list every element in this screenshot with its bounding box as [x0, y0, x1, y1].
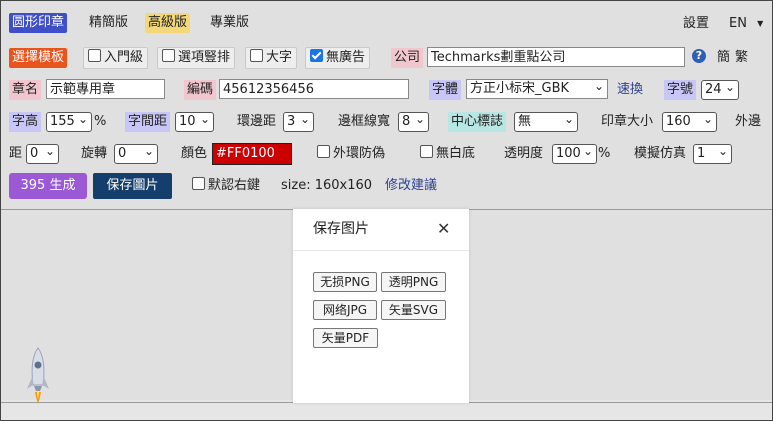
rocket-icon[interactable]: [23, 345, 53, 407]
tab-simple[interactable]: 精簡版: [89, 13, 128, 33]
color-label: 顏色: [181, 146, 208, 161]
border-width-select[interactable]: 8: [398, 110, 429, 132]
large-text-checkbox[interactable]: 大字: [245, 47, 298, 69]
font-size-select[interactable]: 24: [701, 78, 739, 100]
seal-name-input[interactable]: 示範專用章: [46, 79, 165, 99]
help-icon[interactable]: ?: [692, 49, 706, 63]
close-icon[interactable]: ✕: [437, 219, 450, 239]
code-label: 編碼: [184, 80, 217, 100]
company-label: 公司: [391, 48, 424, 68]
chevron-down-icon: ▼: [757, 19, 764, 28]
no-ads-checkbox[interactable]: 無廣告: [305, 47, 371, 69]
ring-spacing-select[interactable]: 3: [283, 110, 314, 132]
percent-sign: %: [94, 114, 107, 129]
seal-size-select[interactable]: 160: [662, 110, 717, 132]
language-switch[interactable]: EN ▼: [729, 14, 763, 34]
app-frame: 圆形印章 精簡版 高級版 專業版 設置 EN ▼ 選擇模板 入門級 選項豎排 大…: [0, 0, 773, 421]
size-text: size: 160x160: [281, 178, 373, 193]
checkbox-icon: [317, 145, 330, 158]
save-image-modal: 保存图片 ✕ 无损PNG 透明PNG 网络JPG 矢量SVG 矢量PDF: [293, 209, 469, 403]
large-text-label: 大字: [266, 50, 293, 65]
suggestion-link[interactable]: 修改建議: [385, 176, 437, 196]
percent-sign: %: [598, 146, 611, 161]
center-mark-label: 中心標誌: [448, 112, 507, 132]
font-select[interactable]: 方正小标宋_GBK: [466, 77, 608, 99]
char-spacing-label: 字間距: [125, 112, 171, 132]
outer-margin-label-part1: 外邊: [735, 114, 762, 129]
vertical-options-checkbox[interactable]: 選項豎排: [157, 47, 236, 69]
beginner-checkbox[interactable]: 入門級: [83, 47, 149, 69]
checkbox-icon: [420, 145, 433, 158]
no-white-bg-checkbox[interactable]: 無白底: [420, 144, 475, 164]
checkbox-checked-icon: [310, 49, 323, 62]
beginner-label: 入門級: [104, 50, 144, 65]
simulate-select[interactable]: 1: [693, 142, 732, 164]
center-mark-select[interactable]: 無: [514, 110, 578, 132]
font-size-label: 字號: [664, 80, 697, 100]
vector-svg-button[interactable]: 矢量SVG: [381, 300, 446, 320]
save-image-button[interactable]: 保存圖片: [93, 173, 172, 199]
vertical-options-label: 選項豎排: [178, 50, 231, 65]
font-label: 字體: [429, 80, 462, 100]
ring-spacing-label: 環邊距: [237, 114, 277, 129]
outer-margin-label-part2: 距: [9, 146, 23, 161]
tab-advanced[interactable]: 高級版: [145, 13, 191, 33]
opacity-label: 透明度: [504, 146, 544, 161]
lossless-png-button[interactable]: 无损PNG: [313, 272, 377, 292]
rotate-select[interactable]: 0: [114, 142, 158, 164]
toolbar: 圆形印章 精簡版 高級版 專業版 設置 EN ▼ 選擇模板 入門級 選項豎排 大…: [1, 1, 772, 210]
simulate-label: 模擬仿真: [634, 146, 687, 161]
tab-pro[interactable]: 專業版: [210, 13, 249, 33]
web-jpg-button[interactable]: 网络JPG: [313, 300, 377, 320]
quick-change-link[interactable]: 速換: [617, 80, 643, 100]
outer-ring-antifake-checkbox[interactable]: 外環防偽: [317, 144, 385, 164]
char-height-select[interactable]: 155: [46, 110, 92, 132]
code-input[interactable]: 45612356456: [219, 79, 409, 99]
opacity-select[interactable]: 100: [552, 142, 597, 164]
tab-round-seal[interactable]: 圆形印章: [9, 13, 68, 33]
color-input[interactable]: #FF0100: [212, 143, 292, 165]
select-template-button[interactable]: 選擇模板: [9, 48, 68, 68]
checkbox-icon: [162, 49, 175, 62]
vector-pdf-button[interactable]: 矢量PDF: [313, 328, 378, 348]
transparent-png-button[interactable]: 透明PNG: [381, 272, 446, 292]
seal-name-label: 章名: [9, 80, 42, 100]
simplified-chinese-link[interactable]: 簡: [717, 48, 730, 68]
outer-ring-antifake-label: 外環防偽: [333, 146, 386, 161]
outer-margin-select[interactable]: 0: [26, 142, 59, 164]
modal-title: 保存图片: [313, 221, 369, 237]
no-ads-label: 無廣告: [326, 50, 366, 65]
checkbox-icon: [88, 49, 101, 62]
settings-link[interactable]: 設置: [683, 14, 709, 34]
rotate-label: 旋轉: [81, 146, 108, 161]
seal-size-label: 印章大小: [601, 114, 654, 129]
checkbox-icon: [250, 49, 263, 62]
language-label: EN: [729, 16, 747, 31]
char-spacing-select[interactable]: 10: [175, 110, 214, 132]
checkbox-icon: [192, 177, 205, 190]
border-width-label: 邊框線寬: [338, 114, 391, 129]
char-height-label: 字高: [9, 112, 42, 132]
no-white-bg-label: 無白底: [436, 146, 476, 161]
default-right-click-label: 默認右鍵: [208, 178, 261, 193]
company-input[interactable]: Techmarks劃重點公司: [427, 47, 685, 67]
traditional-chinese-link[interactable]: 繁: [735, 48, 748, 68]
default-right-click-checkbox[interactable]: 默認右鍵: [192, 176, 260, 196]
generate-button[interactable]: 395 生成: [9, 173, 87, 199]
modal-header: 保存图片 ✕: [293, 209, 469, 251]
